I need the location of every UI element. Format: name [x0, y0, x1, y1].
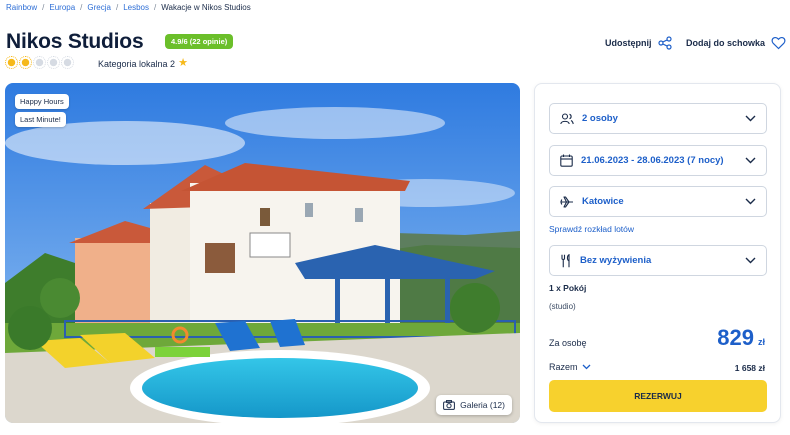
breadcrumb-current: Wakacje w Nikos Studios — [161, 3, 251, 12]
share-icon — [657, 36, 672, 50]
sun-icon — [33, 56, 46, 69]
hotel-title: Nikos Studios — [6, 30, 144, 53]
chevron-down-icon — [745, 257, 756, 264]
booking-panel: 2 osoby 21.06.2023 - 28.06.2023 (7 nocy)… — [534, 83, 781, 423]
breadcrumb-item-grecja[interactable]: Grecja — [87, 3, 111, 12]
favorites-label: Dodaj do schowka — [686, 38, 766, 48]
hotel-photo[interactable]: Happy Hours Last Minute! Galeria (12) — [5, 83, 520, 423]
people-icon — [560, 112, 574, 124]
breadcrumb-separator: / — [154, 3, 157, 12]
sun-icon — [19, 56, 32, 69]
gallery-label: Galeria (12) — [460, 400, 505, 410]
breadcrumb: Rainbow / Europa / Grecja / Lesbos / Wak… — [6, 3, 251, 12]
board-select[interactable]: Bez wyżywienia — [549, 245, 767, 276]
happy-hours-tag: Happy Hours — [15, 94, 69, 109]
sun-rating — [5, 56, 74, 69]
price-currency: zł — [757, 337, 765, 347]
breadcrumb-item-europa[interactable]: Europa — [49, 3, 75, 12]
heart-icon — [771, 36, 786, 50]
cutlery-icon — [561, 253, 570, 267]
chevron-down-icon — [745, 157, 756, 164]
per-person-label: Za osobę — [549, 338, 587, 348]
breadcrumb-item-lesbos[interactable]: Lesbos — [123, 3, 149, 12]
gallery-button[interactable]: Galeria (12) — [436, 395, 512, 415]
chevron-down-icon — [745, 115, 756, 122]
board-value: Bez wyżywienia — [580, 255, 652, 266]
dates-select[interactable]: 21.06.2023 - 28.06.2023 (7 nocy) — [549, 145, 767, 176]
room-count: 1 x Pokój — [549, 283, 587, 293]
departure-value: Katowice — [582, 196, 624, 207]
departure-select[interactable]: Katowice — [549, 186, 767, 217]
last-minute-tag: Last Minute! — [15, 112, 66, 127]
persons-select[interactable]: 2 osoby — [549, 103, 767, 134]
sun-icon — [47, 56, 60, 69]
price-value: 829 — [717, 325, 754, 350]
hotel-photo-image — [5, 83, 520, 423]
price-per-person: 829 zł — [717, 325, 765, 351]
breadcrumb-item-rainbow[interactable]: Rainbow — [6, 3, 37, 12]
share-button[interactable]: Udostępnij — [605, 36, 672, 50]
rating-badge[interactable]: 4.9/6 (22 opinie) — [165, 34, 234, 49]
breadcrumb-separator: / — [42, 3, 45, 12]
total-label: Razem — [549, 362, 578, 372]
book-button[interactable]: REZERWUJ — [549, 380, 767, 412]
plane-icon — [560, 195, 573, 208]
total-toggle[interactable]: Razem — [549, 362, 591, 372]
dates-value: 21.06.2023 - 28.06.2023 (7 nocy) — [581, 155, 724, 166]
sun-icon — [5, 56, 18, 69]
add-to-favorites-button[interactable]: Dodaj do schowka — [686, 36, 786, 50]
breadcrumb-separator: / — [115, 3, 119, 12]
persons-value: 2 osoby — [582, 113, 618, 124]
star-icon: ★ — [178, 57, 188, 69]
flight-schedule-link[interactable]: Sprawdź rozkład lotów — [549, 224, 634, 234]
share-label: Udostępnij — [605, 38, 652, 48]
camera-icon — [443, 400, 456, 410]
sun-icon — [61, 56, 74, 69]
breadcrumb-separator: / — [80, 3, 83, 12]
room-type: (studio) — [549, 302, 576, 311]
chevron-down-icon — [745, 198, 756, 205]
total-value: 1 658 zł — [734, 363, 765, 373]
calendar-icon — [560, 154, 573, 167]
local-category: Kategoria lokalna 2 ★ — [98, 58, 188, 69]
chevron-down-icon — [582, 364, 590, 370]
category-label: Kategoria lokalna 2 — [98, 58, 176, 69]
